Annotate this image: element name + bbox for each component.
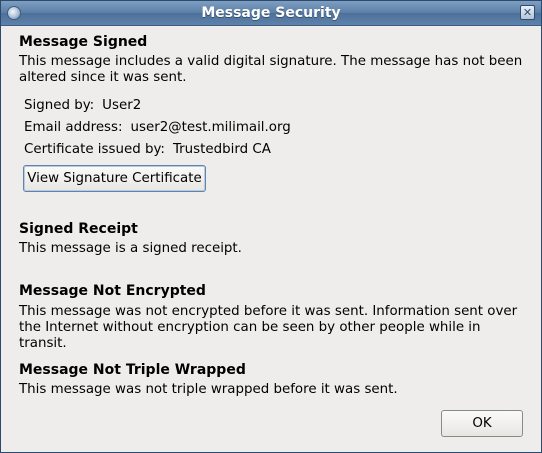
signed-heading: Message Signed bbox=[19, 34, 148, 50]
signed-description-line1: This message includes a valid digital si… bbox=[19, 54, 523, 69]
signed-by-row: Signed by: User2 bbox=[24, 98, 141, 114]
signed-description-line2: altered since it was sent. bbox=[19, 70, 187, 85]
message-security-dialog: Message Security ✕ Message Signed This m… bbox=[0, 0, 542, 453]
title-bar[interactable]: Message Security ✕ bbox=[1, 1, 541, 26]
ok-button[interactable]: OK bbox=[441, 410, 523, 437]
signed-by-label: Signed by: bbox=[24, 98, 95, 113]
window-title: Message Security bbox=[201, 5, 341, 21]
signed-by-value: User2 bbox=[102, 98, 142, 113]
issuer-row: Certificate issued by: Trustedbird CA bbox=[24, 142, 271, 158]
signed-description: This message includes a valid digital si… bbox=[19, 54, 529, 86]
triple-wrap-description: This message was not triple wrapped befo… bbox=[19, 382, 398, 397]
triple-wrap-heading: Message Not Triple Wrapped bbox=[19, 362, 246, 378]
email-label: Email address: bbox=[24, 120, 123, 135]
email-value: user2@test.milimail.org bbox=[130, 120, 291, 135]
encryption-description: This message was not encrypted before it… bbox=[19, 304, 529, 352]
encryption-heading: Message Not Encrypted bbox=[19, 283, 206, 299]
view-signature-certificate-button[interactable]: View Signature Certificate bbox=[23, 165, 206, 192]
receipt-description: This message is a signed receipt. bbox=[19, 241, 242, 256]
receipt-heading: Signed Receipt bbox=[19, 221, 138, 237]
issuer-value: Trustedbird CA bbox=[172, 142, 271, 157]
issuer-label: Certificate issued by: bbox=[24, 142, 165, 157]
encryption-description-line1: This message was not encrypted before it… bbox=[19, 304, 518, 319]
encryption-description-line2: the Internet without encryption can be s… bbox=[19, 320, 481, 351]
email-row: Email address: user2@test.milimail.org bbox=[24, 120, 291, 136]
close-icon[interactable]: ✕ bbox=[520, 5, 535, 20]
